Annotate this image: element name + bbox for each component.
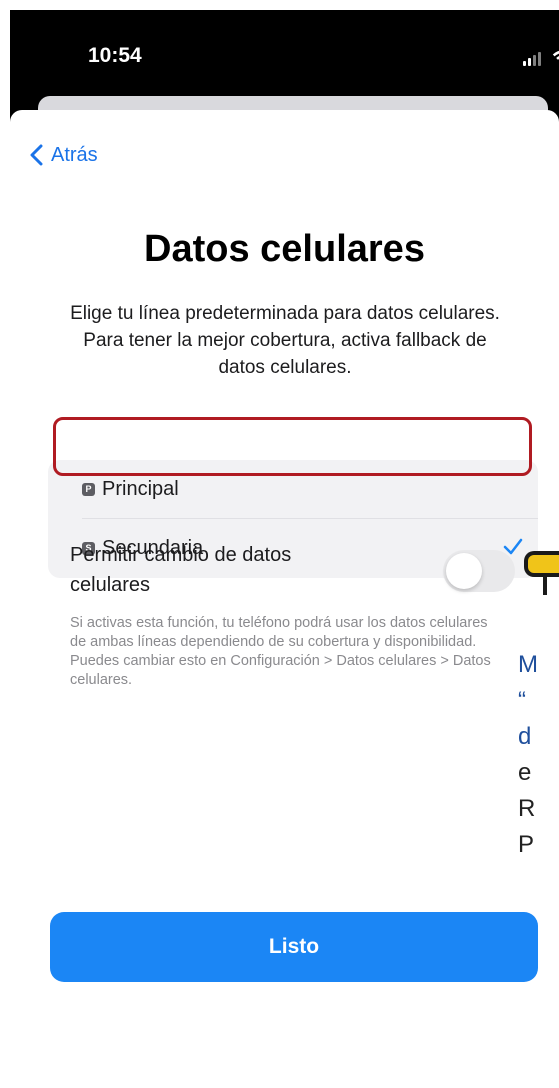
- overlay-marker: [524, 551, 559, 577]
- overlay-fragment: R: [518, 795, 536, 822]
- switch-description: Si activas esta función, tu teléfono pod…: [70, 615, 491, 688]
- overlay-fragment: e: [518, 759, 532, 786]
- wifi-icon: [552, 50, 559, 60]
- cellular-signal-icon: [523, 52, 543, 66]
- status-bar: 10:54: [10, 10, 559, 106]
- back-button[interactable]: Atrás: [30, 140, 98, 170]
- page-subtitle: Elige tu línea predeterminada para datos…: [70, 303, 500, 378]
- line-label: Principal: [102, 477, 179, 500]
- data-switching-toggle[interactable]: [443, 550, 515, 592]
- chevron-left-icon: [30, 144, 43, 166]
- status-time: 10:54: [88, 44, 142, 67]
- done-button[interactable]: Listo: [50, 912, 538, 982]
- overlay-fragment: d: [518, 723, 532, 750]
- back-label: Atrás: [51, 143, 98, 166]
- overlay-fragment: P: [518, 831, 535, 858]
- switch-label: Permitir cambio de datos celulares: [70, 544, 292, 596]
- overlay-fragment: M: [518, 651, 538, 678]
- phone-screen: 10:54 Atrás Datos celulares Elige tu lín…: [10, 10, 559, 1088]
- line-badge-p-icon: P: [82, 482, 95, 496]
- overlay-fragment: “: [518, 687, 526, 714]
- toggle-knob: [446, 553, 482, 589]
- overlay-marker-stem: [543, 577, 547, 595]
- overlay-text-fragments: M “ d e R P: [518, 647, 559, 863]
- page-title: Datos celulares: [144, 228, 425, 270]
- highlight-frame: [53, 417, 532, 476]
